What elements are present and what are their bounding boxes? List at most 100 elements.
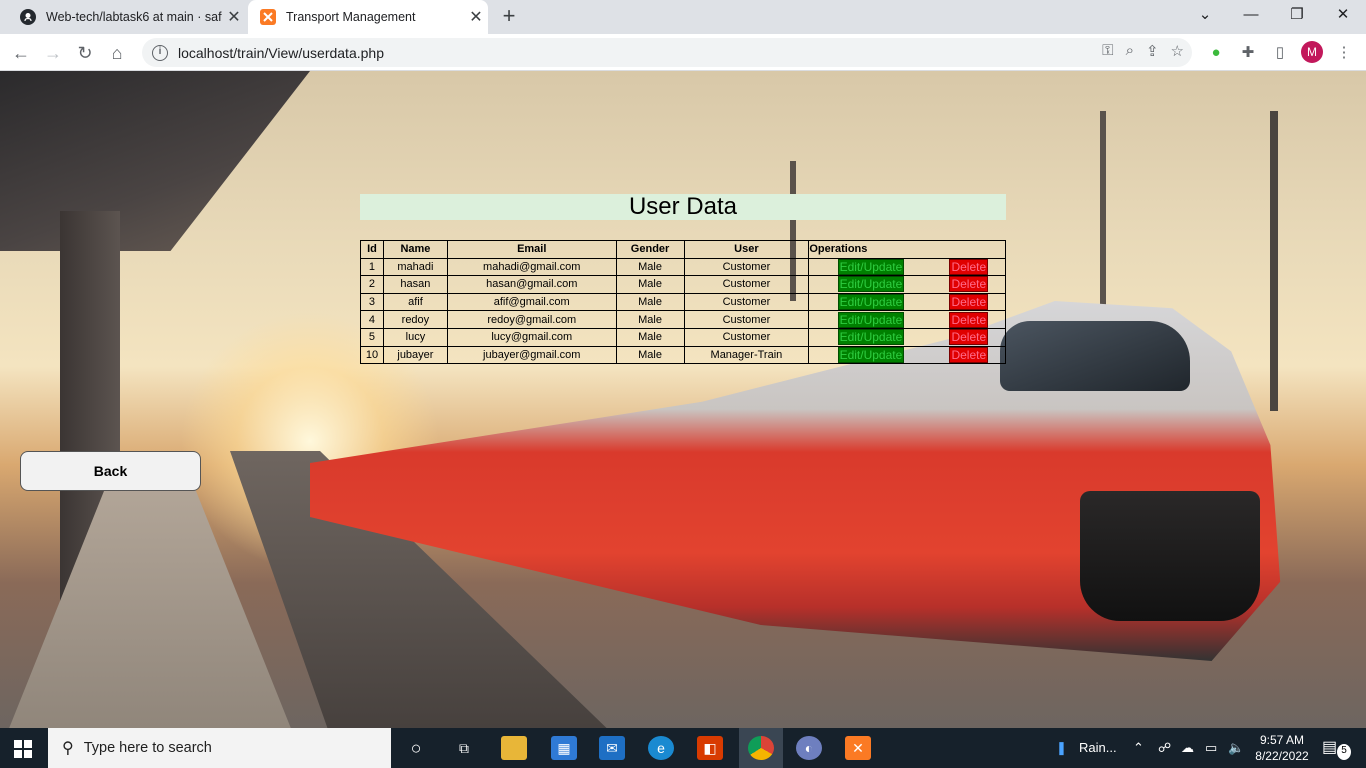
edit-update-button[interactable]: Edit/Update (837, 311, 905, 328)
background-train-window (1000, 321, 1190, 391)
cell-user: Customer (683, 292, 810, 312)
background-train-nose (1080, 491, 1260, 621)
table-row: 3 afif afif@gmail.com Male Customer Edit/Upda… (360, 292, 1006, 312)
url-bar[interactable]: i localhost/train/View/userdata.php ⚿ ⌕ … (142, 38, 1192, 67)
delete-button[interactable]: Delete (949, 258, 989, 275)
cell-gender: Male (615, 310, 685, 329)
bookmark-star-icon[interactable]: ☆ (1171, 42, 1184, 60)
clock-time: 9:57 AM (1259, 733, 1305, 747)
edge-icon[interactable]: e (648, 736, 674, 760)
windows-taskbar: ⚲ Type here to search ○ ⧉ ▦ ✉ e ◧ ◐ ✕ ❚ … (0, 728, 1366, 768)
table-row: 2 hasan hasan@gmail.com Male Customer Edit/Up… (360, 275, 1006, 294)
page-content: User Data Id Name Email Gender User Oper… (0, 71, 1366, 728)
site-info-icon[interactable]: i (152, 44, 168, 61)
cell-gender: Male (615, 345, 685, 365)
address-bar-row: ← → ↻ ⌂ i localhost/train/View/userdata.… (0, 34, 1366, 71)
meet-now-icon[interactable]: ☍ (1158, 728, 1171, 768)
minimize-icon[interactable]: — (1228, 0, 1274, 30)
close-tab-icon[interactable]: ✕ (222, 7, 246, 27)
home-icon[interactable]: ⌂ (104, 40, 130, 66)
close-tab-icon[interactable]: ✕ (464, 7, 488, 27)
puzzle-extensions-icon[interactable]: ✚ (1237, 42, 1259, 64)
delete-button[interactable]: Delete (949, 276, 989, 293)
tab-transport-management[interactable]: Transport Management ✕ (248, 0, 488, 34)
key-icon[interactable]: ⚿ (1102, 42, 1113, 60)
zoom-icon[interactable]: ⌕ (1126, 42, 1134, 60)
cell-edit: Edit/Update (808, 292, 933, 312)
file-explorer-icon[interactable] (501, 736, 527, 760)
cell-user: Customer (683, 310, 810, 329)
cell-gender: Male (615, 292, 685, 312)
delete-button[interactable]: Delete (949, 346, 989, 363)
column-header-operations: Operations (808, 240, 1006, 259)
taskbar-clock[interactable]: 9:57 AM 8/22/2022 (1252, 732, 1312, 764)
task-view-icon[interactable]: ⧉ (451, 736, 477, 760)
search-placeholder: Type here to search (83, 740, 212, 756)
cell-id: 5 (360, 327, 384, 347)
column-header-user: User (683, 240, 810, 259)
mail-icon[interactable]: ✉ (599, 736, 625, 760)
search-icon: ⚲ (62, 740, 74, 757)
tab-title: Transport Management (286, 10, 416, 24)
cortana-icon[interactable]: ○ (403, 736, 429, 760)
cell-email: jubayer@gmail.com (446, 345, 617, 365)
battery-icon[interactable]: ▭ (1205, 728, 1217, 768)
close-window-icon[interactable]: ✕ (1320, 0, 1366, 30)
cell-email: redoy@gmail.com (446, 310, 617, 329)
forward-arrow-icon[interactable]: → (40, 40, 66, 66)
xampp-taskbar-icon[interactable]: ✕ (845, 736, 871, 760)
cell-email: lucy@gmail.com (446, 327, 617, 347)
volume-icon[interactable]: 🔈 (1228, 728, 1244, 768)
windows-start-icon[interactable] (14, 740, 32, 758)
tray-chevron-icon[interactable]: ⌃ (1133, 728, 1144, 768)
new-tab-button[interactable]: + (497, 4, 521, 28)
cell-delete: Delete (932, 257, 1006, 277)
edit-update-button[interactable]: Edit/Update (837, 276, 905, 293)
restore-icon[interactable]: ❐ (1274, 0, 1320, 30)
profile-avatar[interactable]: M (1301, 41, 1323, 63)
cell-user: Customer (683, 257, 810, 277)
cell-name: lucy (382, 327, 448, 347)
edit-update-button[interactable]: Edit/Update (837, 258, 905, 275)
background-mast (1100, 111, 1106, 311)
cell-name: mahadi (382, 257, 448, 277)
column-header-gender: Gender (615, 240, 685, 259)
eclipse-icon[interactable]: ◐ (796, 736, 822, 760)
edit-update-button[interactable]: Edit/Update (837, 294, 905, 311)
side-panel-icon[interactable]: ▯ (1269, 42, 1291, 64)
menu-kebab-icon[interactable]: ⋮ (1333, 42, 1355, 64)
taskbar-search-box[interactable]: ⚲ Type here to search (48, 728, 391, 768)
weather-text[interactable]: Rain... (1079, 728, 1117, 768)
back-arrow-icon[interactable]: ← (8, 40, 34, 66)
weather-icon[interactable]: ❚ (1056, 728, 1067, 768)
delete-button[interactable]: Delete (949, 329, 989, 346)
background-mast (1270, 111, 1278, 411)
cell-id: 2 (360, 275, 384, 294)
cell-delete: Delete (932, 275, 1006, 294)
cell-id: 10 (360, 345, 384, 365)
cell-edit: Edit/Update (808, 257, 933, 277)
reload-icon[interactable]: ↻ (72, 40, 98, 66)
cell-name: hasan (382, 275, 448, 294)
table-row: 10 jubayer jubayer@gmail.com Male Manager-Tr… (360, 345, 1006, 365)
column-header-id: Id (360, 240, 384, 259)
edit-update-button[interactable]: Edit/Update (837, 329, 905, 346)
notification-center-icon[interactable]: ▤ (1322, 728, 1337, 768)
back-button[interactable]: Back (20, 451, 201, 491)
background-canopy (0, 71, 310, 251)
tab-github[interactable]: Web-tech/labtask6 at main · safa ✕ (8, 0, 246, 34)
extension-icon[interactable]: ● (1205, 42, 1227, 64)
office-icon[interactable]: ◧ (697, 736, 723, 760)
delete-button[interactable]: Delete (949, 311, 989, 328)
cell-gender: Male (615, 257, 685, 277)
table-header-row: Id Name Email Gender User Operations (360, 240, 1006, 259)
delete-button[interactable]: Delete (949, 294, 989, 311)
tab-search-icon[interactable]: ⌄ (1182, 0, 1228, 30)
edit-update-button[interactable]: Edit/Update (837, 346, 905, 363)
cell-edit: Edit/Update (808, 275, 933, 294)
onedrive-cloud-icon[interactable]: ☁ (1181, 728, 1194, 768)
chrome-icon[interactable] (748, 736, 774, 760)
cell-id: 4 (360, 310, 384, 329)
share-icon[interactable]: ⇪ (1146, 42, 1159, 60)
microsoft-store-icon[interactable]: ▦ (551, 736, 577, 760)
